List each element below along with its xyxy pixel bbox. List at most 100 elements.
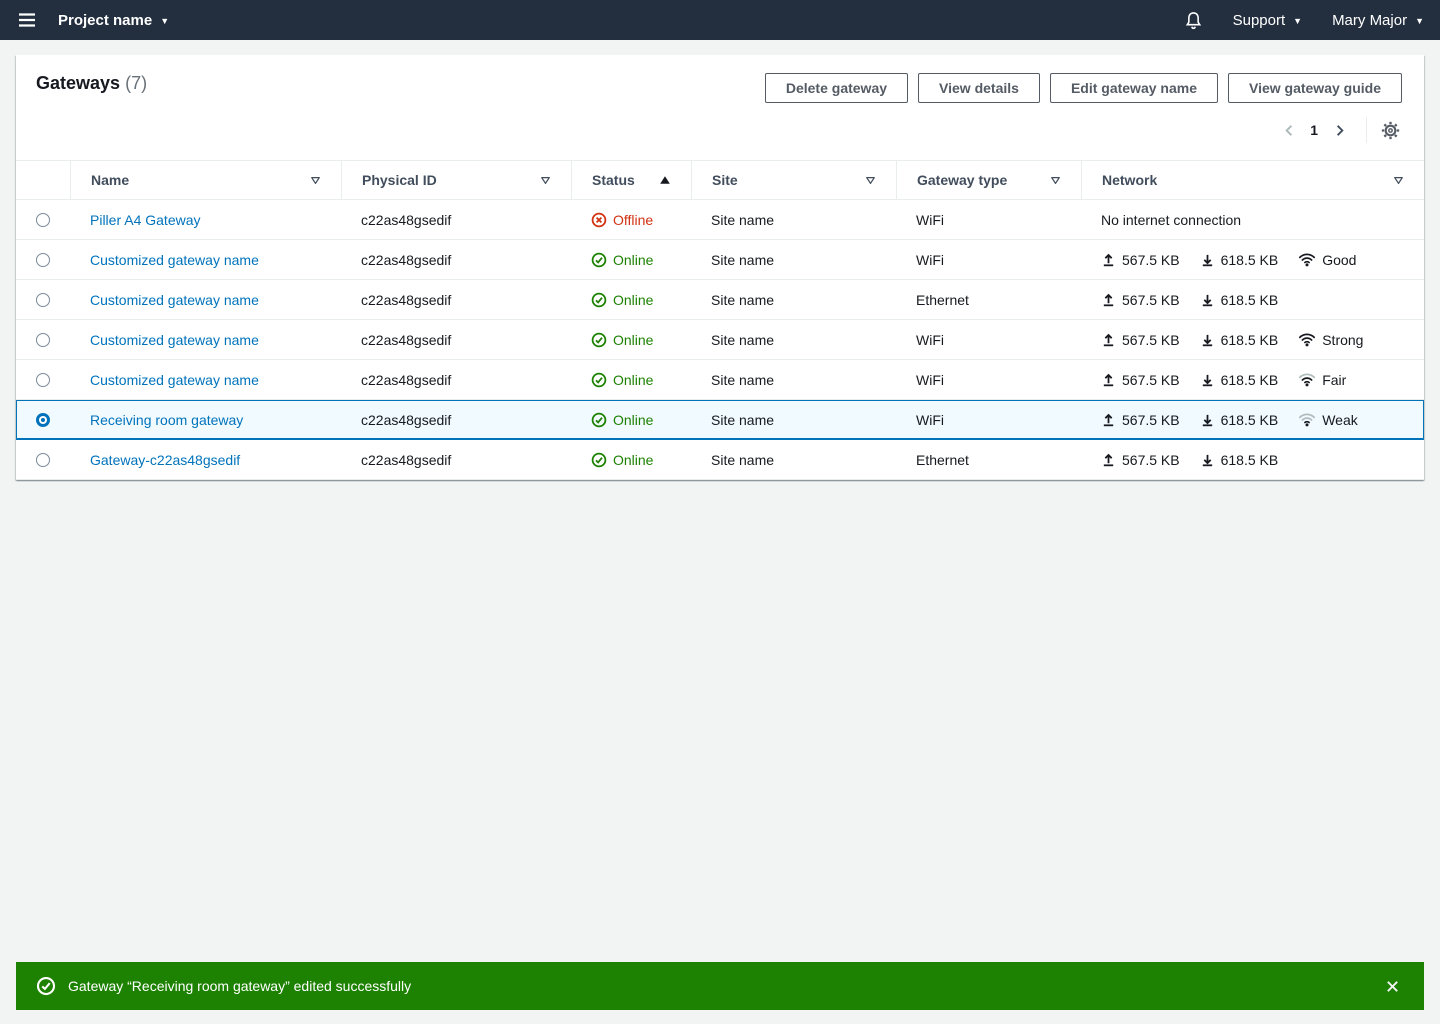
upload-stat: 567.5 KB bbox=[1101, 412, 1180, 428]
table-row[interactable]: Receiving room gateway c22as48gsedif Onl… bbox=[16, 400, 1424, 440]
gateway-name-link[interactable]: Receiving room gateway bbox=[90, 412, 243, 428]
next-page-button[interactable] bbox=[1326, 117, 1352, 143]
upload-icon bbox=[1101, 332, 1116, 347]
sortable-icon bbox=[865, 176, 876, 185]
network-cell: 567.5 KB 618.5 KB bbox=[1081, 440, 1424, 479]
sortable-icon bbox=[310, 176, 321, 185]
gateway-name-link[interactable]: Customized gateway name bbox=[90, 332, 259, 348]
status-icon bbox=[591, 292, 607, 308]
row-select-radio[interactable] bbox=[36, 333, 50, 347]
row-select-radio[interactable] bbox=[36, 253, 50, 267]
project-name-label: Project name bbox=[58, 12, 152, 29]
sortable-icon bbox=[1050, 176, 1061, 185]
status-cell: Online bbox=[571, 400, 691, 439]
site-cell: Site name bbox=[691, 440, 896, 479]
upload-icon bbox=[1101, 372, 1116, 387]
row-select-radio[interactable] bbox=[36, 453, 50, 467]
table-row[interactable]: Customized gateway name c22as48gsedif On… bbox=[16, 280, 1424, 320]
gateway-type-cell: WiFi bbox=[896, 320, 1081, 359]
row-select-radio[interactable] bbox=[36, 373, 50, 387]
status-icon bbox=[591, 332, 607, 348]
gateway-name-link[interactable]: Customized gateway name bbox=[90, 372, 259, 388]
upload-stat: 567.5 KB bbox=[1101, 372, 1180, 388]
site-cell: Site name bbox=[691, 280, 896, 319]
column-header-label: Status bbox=[592, 172, 635, 188]
status-text: Online bbox=[613, 252, 653, 268]
network-cell: No internet connection bbox=[1081, 200, 1424, 239]
site-cell: Site name bbox=[691, 400, 896, 439]
wifi-icon bbox=[1298, 372, 1316, 387]
upload-stat: 567.5 KB bbox=[1101, 332, 1180, 348]
notifications-bell-icon[interactable] bbox=[1184, 11, 1203, 30]
toast-close-icon[interactable] bbox=[1381, 975, 1404, 998]
support-dropdown[interactable]: Support ▼ bbox=[1233, 12, 1302, 29]
table-body: Piller A4 Gateway c22as48gsedif Offline … bbox=[16, 200, 1424, 480]
table-settings-gear-icon[interactable] bbox=[1379, 119, 1402, 142]
gateway-type-cell: WiFi bbox=[896, 240, 1081, 279]
wifi-icon bbox=[1298, 412, 1316, 427]
delete-gateway-button[interactable]: Delete gateway bbox=[765, 73, 908, 103]
gateway-name-link[interactable]: Gateway-c22as48gsedif bbox=[90, 452, 240, 468]
status-icon bbox=[591, 412, 607, 428]
upload-stat: 567.5 KB bbox=[1101, 292, 1180, 308]
row-select-radio[interactable] bbox=[36, 413, 50, 427]
table-row[interactable]: Customized gateway name c22as48gsedif On… bbox=[16, 360, 1424, 400]
column-header-label: Physical ID bbox=[362, 172, 437, 188]
table-row[interactable]: Gateway-c22as48gsedif c22as48gsedif Onli… bbox=[16, 440, 1424, 480]
download-value: 618.5 KB bbox=[1221, 292, 1279, 308]
site-cell: Site name bbox=[691, 360, 896, 399]
download-icon bbox=[1200, 252, 1215, 267]
column-header-network[interactable]: Network bbox=[1081, 161, 1424, 199]
toast-message: Gateway “Receiving room gateway” edited … bbox=[68, 978, 411, 994]
download-stat: 618.5 KB bbox=[1200, 372, 1279, 388]
upload-value: 567.5 KB bbox=[1122, 452, 1180, 468]
download-value: 618.5 KB bbox=[1221, 452, 1279, 468]
user-dropdown[interactable]: Mary Major ▼ bbox=[1332, 12, 1424, 29]
network-cell: 567.5 KB618.5 KBFair bbox=[1081, 360, 1424, 399]
wifi-signal-stat: Good bbox=[1298, 252, 1356, 268]
physical-id-cell: c22as48gsedif bbox=[341, 280, 571, 319]
hamburger-menu-icon[interactable] bbox=[18, 12, 36, 28]
page-title: Gateways (7) bbox=[36, 73, 147, 94]
view-details-button[interactable]: View details bbox=[918, 73, 1040, 103]
site-cell: Site name bbox=[691, 240, 896, 279]
view-gateway-guide-button[interactable]: View gateway guide bbox=[1228, 73, 1402, 103]
upload-icon bbox=[1101, 252, 1116, 267]
row-select-radio[interactable] bbox=[36, 293, 50, 307]
column-header-status[interactable]: Status bbox=[571, 161, 691, 199]
upload-value: 567.5 KB bbox=[1122, 412, 1180, 428]
row-select-radio[interactable] bbox=[36, 213, 50, 227]
support-label: Support bbox=[1233, 12, 1286, 29]
table-row[interactable]: Customized gateway name c22as48gsedif On… bbox=[16, 240, 1424, 280]
physical-id-cell: c22as48gsedif bbox=[341, 200, 571, 239]
column-header-physical-id[interactable]: Physical ID bbox=[341, 161, 571, 199]
download-stat: 618.5 KB bbox=[1200, 412, 1279, 428]
project-name-dropdown[interactable]: Project name ▼ bbox=[58, 12, 169, 29]
download-stat: 618.5 KB bbox=[1200, 292, 1279, 308]
download-value: 618.5 KB bbox=[1221, 372, 1279, 388]
page-number[interactable]: 1 bbox=[1302, 122, 1326, 138]
wifi-signal-label: Weak bbox=[1322, 412, 1358, 428]
gateway-name-link[interactable]: Customized gateway name bbox=[90, 292, 259, 308]
gateway-type-cell: WiFi bbox=[896, 200, 1081, 239]
wifi-icon bbox=[1298, 252, 1316, 267]
table-row[interactable]: Customized gateway name c22as48gsedif On… bbox=[16, 320, 1424, 360]
status-text: Online bbox=[613, 412, 653, 428]
column-header-name[interactable]: Name bbox=[70, 161, 341, 199]
edit-gateway-name-button[interactable]: Edit gateway name bbox=[1050, 73, 1218, 103]
network-cell: 567.5 KB618.5 KBGood bbox=[1081, 240, 1424, 279]
gateway-name-link[interactable]: Customized gateway name bbox=[90, 252, 259, 268]
download-value: 618.5 KB bbox=[1221, 332, 1279, 348]
user-name-label: Mary Major bbox=[1332, 12, 1407, 29]
upload-value: 567.5 KB bbox=[1122, 332, 1180, 348]
table-row[interactable]: Piller A4 Gateway c22as48gsedif Offline … bbox=[16, 200, 1424, 240]
gateway-type-cell: WiFi bbox=[896, 360, 1081, 399]
gateway-name-link[interactable]: Piller A4 Gateway bbox=[90, 212, 201, 228]
column-header-gateway-type[interactable]: Gateway type bbox=[896, 161, 1081, 199]
sortable-icon bbox=[1393, 176, 1404, 185]
column-header-site[interactable]: Site bbox=[691, 161, 896, 199]
gateways-table: Name Physical ID Status SiteGateway typeNet… bbox=[16, 160, 1424, 480]
status-cell: Online bbox=[571, 440, 691, 479]
previous-page-button[interactable] bbox=[1276, 117, 1302, 143]
divider bbox=[1366, 117, 1367, 143]
